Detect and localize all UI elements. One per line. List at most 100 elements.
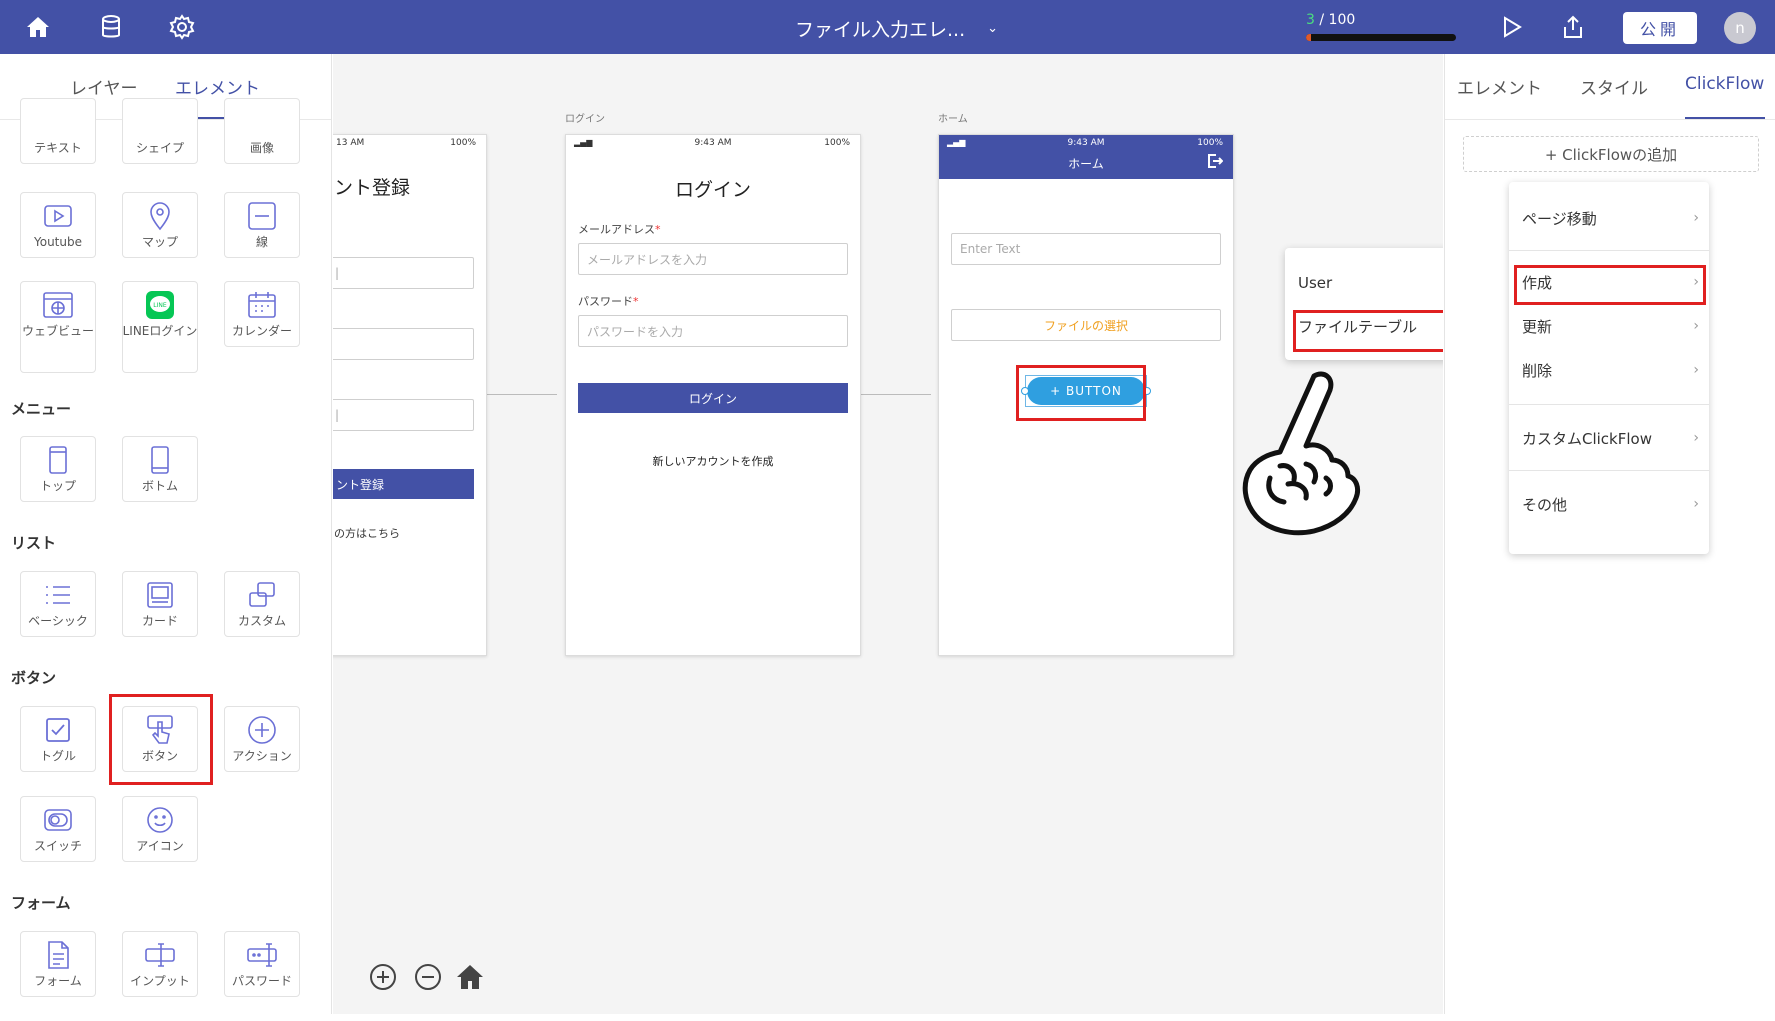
status-battery: 100% [450,138,476,148]
element-webview[interactable]: ウェブビュー [20,281,96,373]
menu-item-update[interactable]: 更新 › [1509,306,1709,346]
element-calendar[interactable]: カレンダー [224,281,300,347]
submenu-item-file-table[interactable]: ファイルテーブル [1285,306,1443,346]
screen-caption-login: ログイン [565,114,605,125]
status-time: 9:43 AM [694,138,732,148]
database-icon[interactable] [96,12,126,42]
tab-element-props[interactable]: エレメント [1457,74,1542,99]
element-basic-list[interactable]: ベーシック [20,571,96,637]
design-canvas[interactable]: 13 AM 100% ント登録 | | ント登録 の方はこちら ログイン ▂▄▆… [333,54,1443,1014]
map-pin-icon [143,199,177,233]
file-select-input[interactable]: ファイルの選択 [951,309,1221,341]
calendar-icon [245,288,279,322]
element-label: トップ [39,479,76,493]
element-text[interactable]: テキスト [20,98,96,164]
play-preview-icon[interactable] [1497,12,1527,42]
home-button[interactable]: + BUTTON [1027,377,1145,405]
element-toggle[interactable]: トグル [20,706,96,772]
canvas-home-icon[interactable] [455,962,485,992]
menu-item-label: カスタムClickFlow [1522,429,1652,448]
menu-item-delete[interactable]: 削除 › [1509,350,1709,390]
element-switch[interactable]: スイッチ [20,796,96,862]
status-bar: ▂▄▆ 9:43 AM 100% [566,135,860,151]
login-button[interactable]: ログイン [578,383,848,413]
publish-button[interactable]: 公開 [1623,12,1697,44]
progress-current: 3 [1306,12,1315,28]
element-line[interactable]: 線 [224,192,300,258]
login-link[interactable]: の方はこちら [334,525,400,541]
switch-toggle-icon [41,803,75,837]
user-avatar[interactable]: n [1724,12,1756,44]
menu-item-create[interactable]: 作成 › [1509,262,1709,302]
screen-connector [487,394,557,395]
element-label: アイコン [136,839,184,853]
status-time: 9:43 AM [1067,138,1105,148]
zoom-in-icon[interactable] [368,962,398,992]
video-play-icon [41,199,75,233]
screen-home[interactable]: ▂▄▆ 9:43 AM 100% ホーム Enter Text ファイルの選択 … [938,134,1234,656]
add-clickflow-button[interactable]: + ClickFlowの追加 [1463,136,1759,172]
element-button[interactable]: ボタン [122,706,198,772]
signal-icon: ▂▄▆ [574,138,593,147]
register-field-3[interactable]: | [333,399,474,431]
submenu-item-user[interactable]: User [1285,263,1443,303]
element-map[interactable]: マップ [122,192,198,258]
element-label: テキスト [34,141,82,155]
register-button[interactable]: ント登録 [333,469,474,499]
element-image[interactable]: 画像 [224,98,300,164]
enter-text-input[interactable]: Enter Text [951,233,1221,265]
create-account-link[interactable]: 新しいアカウントを作成 [566,453,860,469]
resize-handle-left[interactable] [1021,387,1029,395]
section-title-list: リスト [11,534,57,552]
screen-register[interactable]: 13 AM 100% ント登録 | | ント登録 の方はこちら [333,134,487,656]
screen-caption-home: ホーム [938,114,968,125]
element-youtube[interactable]: Youtube [20,192,96,258]
section-title-menu: メニュー [11,400,72,418]
project-title-dropdown[interactable]: ファイル入力エレ... ⌄ [795,15,998,41]
tab-divider [1445,119,1775,120]
element-top-menu[interactable]: トップ [20,436,96,502]
menu-item-custom-clickflow[interactable]: カスタムClickFlow › [1509,418,1709,458]
register-field-2[interactable] [333,328,474,360]
status-bar: 13 AM 100% [333,135,486,151]
element-card-list[interactable]: カード [122,571,198,637]
section-title-form: フォーム [11,894,71,912]
share-upload-icon[interactable] [1558,12,1588,42]
element-label: フォーム [34,974,82,988]
image-icon [245,105,279,139]
element-action-button[interactable]: アクション [224,706,300,772]
screen-login[interactable]: ▂▄▆ 9:43 AM 100% ログイン メールアドレス* メールアドレスを入… [565,134,861,656]
tap-button-icon [143,713,177,747]
element-shape[interactable]: シェイプ [122,98,198,164]
zoom-out-icon[interactable] [413,962,443,992]
chevron-right-icon: › [1693,318,1699,334]
top-menu-phone-icon [41,443,75,477]
element-label: ボタン [141,749,178,763]
element-label: マップ [141,235,178,249]
menu-item-other[interactable]: その他 › [1509,484,1709,524]
element-form[interactable]: フォーム [20,931,96,997]
tab-clickflow[interactable]: ClickFlow [1685,74,1764,94]
tab-layers[interactable]: レイヤー [70,74,138,99]
chevron-right-icon: › [1693,430,1699,446]
chevron-right-icon: › [1693,362,1699,378]
element-input[interactable]: インプット [122,931,198,997]
email-input[interactable]: メールアドレスを入力 [578,243,848,275]
password-input[interactable]: パスワードを入力 [578,315,848,347]
element-icon[interactable]: アイコン [122,796,198,862]
menu-item-label: 削除 [1522,361,1553,380]
element-label: LINEログイン [122,324,198,338]
element-line-login[interactable]: LINE LINEログイン [122,281,198,373]
resize-handle-right[interactable] [1143,387,1151,395]
card-list-icon [143,578,177,612]
element-bottom-menu[interactable]: ボトム [122,436,198,502]
settings-gear-icon[interactable] [167,12,197,42]
menu-item-page-navigation[interactable]: ページ移動 › [1509,198,1709,238]
tab-elements[interactable]: エレメント [175,74,260,99]
tab-style[interactable]: スタイル [1580,74,1648,99]
element-custom-list[interactable]: カスタム [224,571,300,637]
logout-icon[interactable] [1207,153,1224,173]
register-field-1[interactable]: | [333,257,474,289]
element-password[interactable]: パスワード [224,931,300,997]
home-icon[interactable] [23,12,53,42]
